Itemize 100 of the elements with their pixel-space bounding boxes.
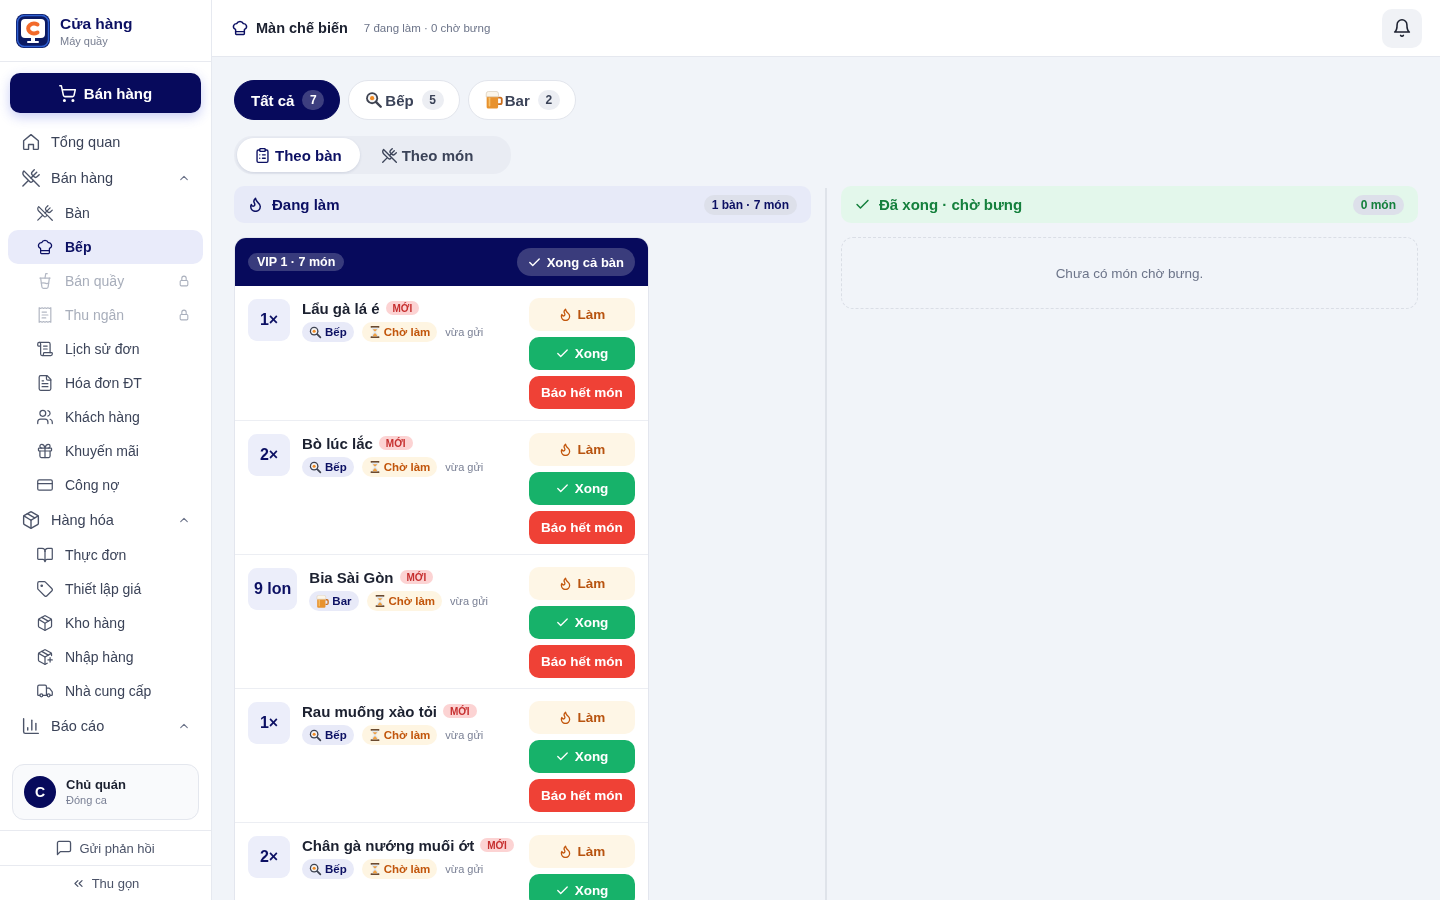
logo-icon [16, 13, 50, 48]
sent-time: vừa gửi [445, 729, 484, 741]
gift-icon [37, 443, 53, 459]
out-of-stock-button[interactable]: Báo hết món [529, 645, 635, 678]
station-label: Bếp [325, 326, 347, 338]
view-tab[interactable]: Theo món [363, 138, 492, 172]
sent-time: vừa gửi [450, 595, 489, 607]
start-button[interactable]: Làm [529, 298, 635, 331]
chef-hat-icon [37, 239, 53, 255]
hourglass-icon [368, 729, 381, 741]
feedback-button[interactable]: Gửi phản hồi [56, 840, 155, 856]
box-icon [37, 615, 53, 631]
nav-subitem[interactable]: Nhập hàng [8, 640, 203, 674]
nav-subitem[interactable]: Hóa đơn ĐT [8, 366, 203, 400]
start-button[interactable]: Làm [529, 567, 635, 600]
check-icon [555, 482, 569, 495]
nav-subitem[interactable]: Công nợ [8, 468, 203, 502]
box-icon [22, 511, 40, 529]
new-badge: MỚI [443, 704, 477, 718]
sell-button[interactable]: Bán hàng [10, 73, 201, 113]
home-icon [22, 133, 40, 151]
count-badge: 1 bàn · 7 món [703, 194, 797, 215]
page-summary: 7 đang làm · 0 chờ bưng [363, 22, 491, 34]
out-of-stock-button[interactable]: Báo hết món [529, 779, 635, 812]
out-of-stock-button[interactable]: Báo hết món [529, 376, 635, 409]
scroll-icon [37, 341, 53, 357]
beer-mug-icon [316, 594, 330, 608]
dish-name: Bò lúc lắc [302, 434, 373, 452]
user-name: Chủ quán [66, 776, 126, 793]
check-icon [855, 197, 870, 212]
fork-knife-icon [37, 205, 53, 221]
frying-pan-icon [309, 862, 322, 876]
station-label: Bếp [325, 461, 347, 473]
filter-tab[interactable]: Bar 2 [467, 80, 576, 120]
quantity-badge: 9 lon [248, 568, 298, 610]
beer-mug-icon [484, 91, 503, 109]
check-icon [555, 750, 569, 763]
frying-pan-icon [365, 91, 384, 109]
status-label: Chờ làm [388, 595, 436, 607]
nav-group[interactable]: Hàng hóa [8, 502, 203, 538]
quantity-badge: 1× [248, 299, 290, 341]
clipboard-icon [255, 147, 270, 163]
filter-tab[interactable]: Tất cả 7 [234, 80, 341, 120]
chat-icon [56, 840, 73, 856]
device-label: Máy quầy [60, 33, 109, 48]
out-of-stock-button[interactable]: Báo hết món [529, 511, 635, 544]
hourglass-icon [368, 863, 381, 875]
nav-subitem[interactable]: Bếp [8, 230, 203, 264]
nav-subitem[interactable]: Thực đơn [8, 538, 203, 572]
nav-subitem[interactable]: Nhà cung cấp [8, 674, 203, 708]
flame-icon [558, 308, 572, 321]
bar-chart-icon [22, 717, 40, 735]
nav-item[interactable]: Tổng quan [8, 124, 203, 160]
nav-subitem[interactable]: Khách hàng [8, 400, 203, 434]
lock-icon [178, 275, 190, 287]
nav-group[interactable]: Bán hàng [8, 160, 203, 196]
status-label: Chờ làm [383, 326, 431, 338]
nav-subitem[interactable]: Kho hàng [8, 606, 203, 640]
finish-table-button[interactable]: Xong cả bàn [516, 248, 635, 276]
fork-knife-icon [22, 169, 40, 187]
new-badge: MỚI [378, 436, 413, 450]
check-icon [527, 255, 541, 269]
chef-hat-icon [232, 20, 248, 36]
users-icon [37, 409, 53, 425]
cup-icon [37, 273, 53, 289]
avatar: C [24, 776, 56, 808]
sent-time: vừa gửi [445, 326, 484, 338]
column-title: Đã xong · chờ bưng [879, 196, 1023, 213]
flame-icon [558, 443, 572, 456]
notifications-button[interactable] [1382, 8, 1422, 48]
nav-subitem[interactable]: Lịch sử đơn [8, 332, 203, 366]
dish-name: Bia Sài Gòn [309, 568, 394, 586]
flame-icon [558, 577, 572, 590]
nav-subitem[interactable]: Khuyến mãi [8, 434, 203, 468]
document-icon [37, 375, 53, 391]
user-card[interactable]: C Chủ quán Đóng ca [12, 764, 199, 820]
store-name: Cửa hàng [60, 13, 133, 33]
nav-subitem[interactable]: Bàn [8, 196, 203, 230]
start-button[interactable]: Làm [529, 433, 635, 466]
receipt-icon [37, 307, 53, 323]
quantity-badge: 2× [248, 434, 290, 476]
flame-icon [558, 711, 572, 724]
hourglass-icon [368, 461, 381, 473]
fork-knife-icon [381, 147, 397, 163]
dish-name: Lẩu gà lá é [302, 299, 380, 317]
check-icon [555, 347, 569, 360]
view-tab[interactable]: Theo bàn [237, 138, 360, 172]
new-badge: MỚI [399, 570, 434, 584]
start-button[interactable]: Làm [529, 701, 635, 734]
frying-pan-icon [309, 460, 322, 474]
start-button[interactable]: Làm [529, 835, 635, 868]
dish-name: Rau muống xào tỏi [302, 702, 437, 720]
nav-subitem[interactable]: Thiết lập giá [8, 572, 203, 606]
frying-pan-icon [309, 728, 322, 742]
flame-icon [248, 197, 263, 212]
station-label: Bếp [325, 863, 347, 875]
count-badge: 5 [421, 90, 444, 110]
filter-tab[interactable]: Bếp 5 [348, 80, 460, 120]
collapse-button[interactable]: Thu gọn [71, 875, 140, 891]
nav-group[interactable]: Báo cáo [8, 708, 203, 744]
